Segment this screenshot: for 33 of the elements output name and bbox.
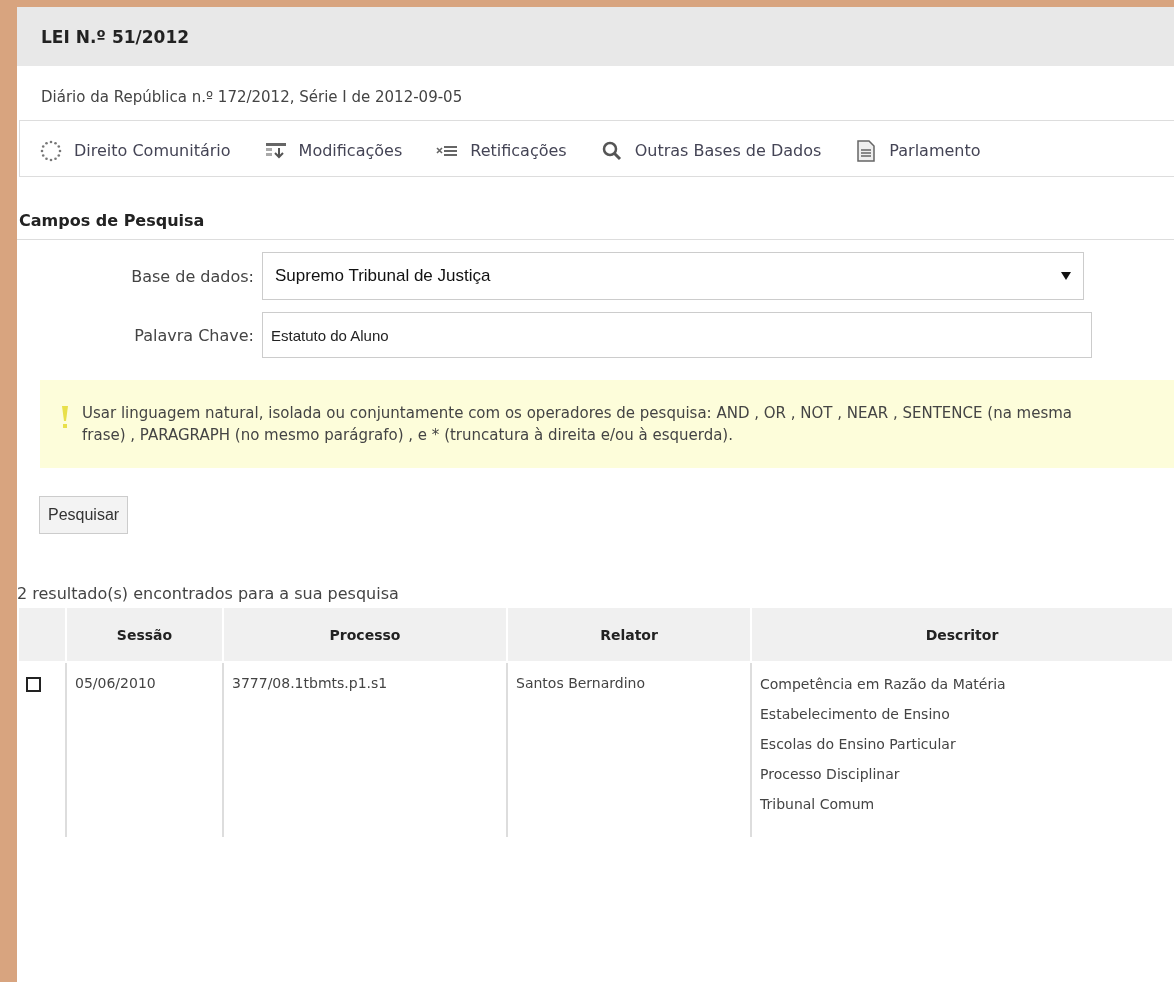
toolbar-link[interactable]: Direito Comunitário: [40, 129, 231, 172]
descriptor-link[interactable]: Estabelecimento de Ensino: [760, 705, 1165, 723]
descriptor-link[interactable]: Tribunal Comum: [760, 795, 1165, 813]
table-cell: 05/06/2010: [75, 675, 156, 691]
column-header: Descritor: [751, 607, 1173, 662]
table-cell: Santos Bernardino: [516, 675, 646, 691]
document-icon: [855, 139, 878, 162]
database-select[interactable]: Supremo Tribunal de Justiça: [262, 252, 1084, 300]
law-title: LEI N.º 51/2012: [41, 26, 190, 47]
toolbar-link[interactable]: Retificações: [436, 129, 567, 172]
row-checkbox[interactable]: [26, 677, 41, 692]
toolbar-link[interactable]: Outras Bases de Dados: [600, 129, 822, 172]
exclamation-icon: [60, 404, 70, 430]
descriptor-link[interactable]: Competência em Razão da Matéria: [760, 675, 1165, 693]
descriptor-link[interactable]: Escolas do Ensino Particular: [760, 735, 1165, 753]
field-label: Palavra Chave:: [133, 325, 255, 345]
descriptor-link[interactable]: Processo Disciplinar: [760, 765, 1165, 783]
dropdown-caret-icon: [1061, 272, 1071, 280]
toolbar-link[interactable]: Modificações: [264, 129, 403, 172]
gazette-reference: Diário da República n.º 172/2012, Série I de 2012-09-05: [40, 87, 464, 108]
search-button[interactable]: Pesquisar: [39, 496, 129, 534]
search-hint: Usar linguagem natural, isolada ou conjuntamente com os operadores de pesquisa: AND , OR , NOT , NEAR , SENTENCE (na mesma frase) , PARAGRAPH (no mesmo parágrafo) , e * (truncatura à direita e/ou à esquerda).: [82, 403, 1074, 446]
column-header: Relator: [507, 607, 751, 662]
star-circle-icon: [40, 139, 62, 162]
field-label: Base de dados:: [130, 266, 255, 286]
results-summary: 2 resultado(s) encontrados para a sua pesquisa: [17, 584, 400, 605]
section-heading: Campos de Pesquisa: [17, 211, 1174, 240]
table-cell: 3777/08.1tbmts.p1.s1: [232, 675, 388, 691]
toolbar-link[interactable]: Parlamento: [855, 129, 981, 172]
keyword-field[interactable]: Estatuto do Aluno: [262, 312, 1092, 358]
column-header: Processo: [223, 607, 507, 662]
column-header: Sessão: [66, 607, 223, 662]
search-icon: [600, 139, 623, 162]
